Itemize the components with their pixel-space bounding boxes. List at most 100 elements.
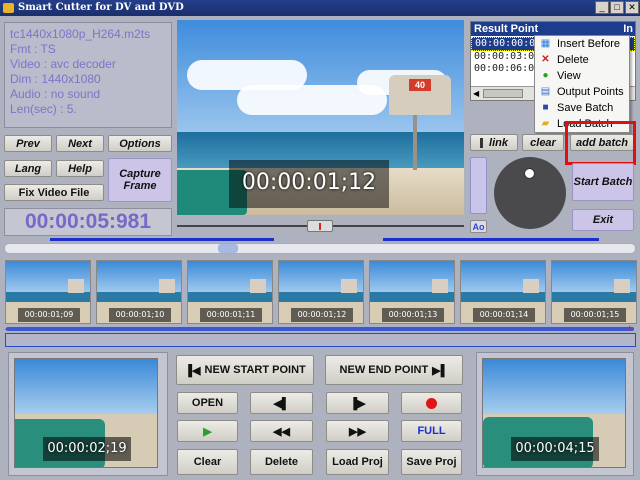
thumbnail-frame[interactable]: 00:00:01;14 xyxy=(460,260,546,324)
info-file: tc1440x1080p_H264.m2ts xyxy=(10,27,151,41)
tower-number: 40 xyxy=(409,79,431,91)
lang-button[interactable]: Lang xyxy=(4,160,52,177)
full-button[interactable]: FULL xyxy=(401,420,462,442)
start-batch-button[interactable]: Start Batch xyxy=(572,163,634,201)
menu-item-delete[interactable]: ✕ Delete xyxy=(535,52,629,68)
thumbnail-frame[interactable]: 00:00:01;12 xyxy=(278,260,364,324)
end-preview-timecode: 00:00:04;15 xyxy=(515,441,595,456)
thumb-timecode: 00:00:01;13 xyxy=(382,308,444,322)
play-icon: ▶ xyxy=(203,425,212,438)
fast-forward-icon: ▶▶ xyxy=(349,425,366,438)
thumbnail-frame[interactable]: 00:00:01;09 xyxy=(5,260,91,324)
thumb-timecode: 00:00:01;10 xyxy=(109,308,171,322)
video-preview: 40 00:00:01;12 xyxy=(177,20,464,215)
thumb-strip-range[interactable] xyxy=(6,327,634,331)
thumbnail-frame[interactable]: 00:00:01;13 xyxy=(369,260,455,324)
close-button[interactable]: ✕ xyxy=(625,1,639,14)
position-timer: 00:00:05:981 xyxy=(4,208,172,236)
capture-frame-button[interactable]: Capture Frame xyxy=(108,158,172,202)
view-play-icon: ● xyxy=(542,70,549,81)
scroll-left-icon[interactable]: ◀ xyxy=(473,89,479,98)
rewind-button[interactable]: ◀◀ xyxy=(250,420,313,442)
start-preview-timecode: 00:00:02;19 xyxy=(47,441,127,456)
info-dim: Dim : 1440x1080 xyxy=(10,72,101,86)
thumb-timecode: 00:00:01;15 xyxy=(564,308,626,322)
load-folder-icon: ▰ xyxy=(541,118,550,129)
record-button[interactable] xyxy=(401,392,462,414)
minimize-button[interactable]: _ xyxy=(595,1,609,14)
seek-thumb[interactable] xyxy=(307,220,333,232)
thumb-timecode: 00:00:01;12 xyxy=(291,308,353,322)
result-header: Result Point In xyxy=(471,22,635,36)
volume-slider[interactable] xyxy=(470,157,487,214)
result-header-in: In xyxy=(623,23,633,35)
tower-leg xyxy=(413,115,417,170)
link-icon xyxy=(480,137,484,148)
thumb-tower xyxy=(159,279,175,293)
info-len: Len(sec) : 5. xyxy=(10,102,77,116)
thumb-timecode: 00:00:01;11 xyxy=(200,308,262,322)
next-button[interactable]: Next xyxy=(56,135,104,152)
menu-label: View xyxy=(557,70,581,82)
fast-forward-button[interactable]: ▶▶ xyxy=(326,420,389,442)
new-end-point-button[interactable]: NEW END POINT ▶▌ xyxy=(325,355,463,385)
thumb-tower xyxy=(341,279,357,293)
load-proj-button[interactable]: Load Proj xyxy=(326,449,389,475)
help-button[interactable]: Help xyxy=(56,160,104,177)
new-end-label: NEW END POINT xyxy=(339,364,429,376)
save-proj-button[interactable]: Save Proj xyxy=(401,449,462,475)
menu-item-output-points[interactable]: ▤ Output Points xyxy=(535,84,629,100)
timeline-scroll-thumb[interactable] xyxy=(218,244,238,253)
thumb-tower xyxy=(68,279,84,293)
jog-dial-handle[interactable] xyxy=(524,168,535,179)
options-button[interactable]: Options xyxy=(108,135,172,152)
thumb-tower xyxy=(614,279,630,293)
clear-button[interactable]: Clear xyxy=(177,449,238,475)
maximize-button[interactable]: □ xyxy=(610,1,624,14)
menu-label: Output Points xyxy=(557,86,624,98)
clear-points-button[interactable]: clear xyxy=(522,134,564,151)
video-timecode: 00:00:01;12 xyxy=(241,170,377,195)
menu-label: Insert Before xyxy=(557,38,620,50)
range-bar[interactable] xyxy=(5,333,636,347)
context-menu: ▦ Insert Before ✕ Delete ● View ▤ Output Poi… xyxy=(534,35,630,133)
thumb-tower xyxy=(432,279,448,293)
insert-before-icon: ▦ xyxy=(540,38,551,49)
thumb-tower xyxy=(523,279,539,293)
open-button[interactable]: OPEN xyxy=(177,392,238,414)
menu-label: Delete xyxy=(557,54,589,66)
delete-x-icon: ✕ xyxy=(541,54,550,65)
strip-end-marker: + xyxy=(627,323,633,333)
prev-button[interactable]: Prev xyxy=(4,135,52,152)
lifeguard-tower: 40 xyxy=(389,75,451,115)
exit-button[interactable]: Exit xyxy=(572,209,634,231)
end-preview: 00:00:04;15 xyxy=(482,358,626,468)
output-points-icon: ▤ xyxy=(540,86,551,97)
ao-button[interactable]: Ao xyxy=(470,220,487,233)
info-fmt: Fmt : TS xyxy=(10,42,56,56)
timeline-scroll-track[interactable] xyxy=(4,243,636,254)
thumbnail-frame[interactable]: 00:00:01;15 xyxy=(551,260,637,324)
delete-button[interactable]: Delete xyxy=(250,449,313,475)
highlight-box xyxy=(565,121,636,165)
save-floppy-icon: ■ xyxy=(542,102,549,113)
thumb-timecode: 00:00:01;09 xyxy=(18,308,80,322)
seek-bar[interactable] xyxy=(177,219,464,233)
link-button[interactable]: link xyxy=(470,134,518,151)
file-info-panel: tc1440x1080p_H264.m2ts Fmt : TS Video : … xyxy=(4,22,172,128)
scroll-thumb[interactable] xyxy=(483,89,523,98)
step-forward-button[interactable]: ▐▶ xyxy=(326,392,389,414)
thumbnail-frame[interactable]: 00:00:01;11 xyxy=(187,260,273,324)
fix-video-file-button[interactable]: Fix Video File xyxy=(4,184,104,201)
step-back-button[interactable]: ◀▌ xyxy=(250,392,313,414)
play-button[interactable]: ▶ xyxy=(177,420,238,442)
start-preview: 00:00:02;19 xyxy=(14,358,158,468)
menu-item-save-batch[interactable]: ■ Save Batch xyxy=(535,100,629,116)
menu-item-insert-before[interactable]: ▦ Insert Before xyxy=(535,36,629,52)
menu-item-view[interactable]: ● View xyxy=(535,68,629,84)
menu-label: Save Batch xyxy=(557,102,614,114)
link-label: link xyxy=(489,136,508,149)
thumbnail-frame[interactable]: 00:00:01;10 xyxy=(96,260,182,324)
thumb-timecode: 00:00:01;14 xyxy=(473,308,535,322)
new-start-point-button[interactable]: ▐◀ NEW START POINT xyxy=(176,355,314,385)
